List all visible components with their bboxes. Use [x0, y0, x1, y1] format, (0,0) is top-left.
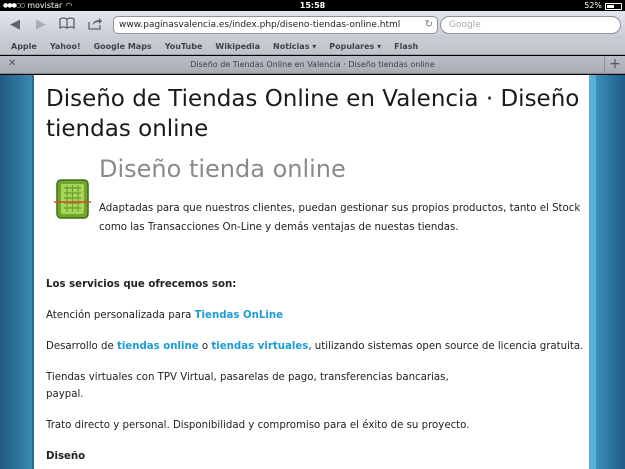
forward-icon[interactable]: ▶: [32, 17, 50, 33]
tab-title[interactable]: Diseño de Tiendas Online en Valencia · D…: [0, 60, 625, 69]
battery-percent: 52%: [584, 1, 602, 10]
content-area: Diseño de Tiendas Online en Valencia · D…: [34, 75, 589, 469]
bookmark-yahoo[interactable]: Yahoo!: [50, 42, 81, 51]
bookmarks-bar: Apple Yahoo! Google Maps YouTube Wikiped…: [0, 39, 625, 55]
page-background-left: [0, 75, 32, 469]
page-title: Diseño de Tiendas Online en Valencia · D…: [46, 86, 580, 142]
bookmark-populares[interactable]: Populares ▾: [329, 42, 381, 51]
design-heading: Diseño: [46, 451, 86, 462]
bookmark-youtube[interactable]: YouTube: [165, 42, 203, 51]
status-right: 52%: [584, 0, 622, 11]
clock: 15:58: [299, 1, 326, 10]
bookmark-apple[interactable]: Apple: [11, 42, 37, 51]
services-heading: Los servicios que ofrecemos son:: [46, 279, 237, 290]
new-tab-icon[interactable]: +: [604, 56, 625, 74]
page-background-right: [596, 75, 625, 469]
service-line-2-mid: o: [198, 341, 212, 352]
tiendas-virtuales-link[interactable]: tiendas virtuales: [211, 341, 308, 352]
bookmark-google-maps[interactable]: Google Maps: [94, 42, 152, 51]
tiendas-online-link[interactable]: Tiendas OnLine: [195, 310, 283, 321]
share-arrow-icon: [88, 18, 102, 30]
bookmarks-icon[interactable]: [58, 17, 76, 33]
service-line-2: Desarrollo de tiendas online o tiendas v…: [46, 339, 583, 355]
service-line-4: Trato directo y personal. Disponibilidad…: [46, 420, 470, 431]
url-text: www.paginasvalencia.es/index.php/diseno-…: [119, 20, 401, 30]
bookmark-flash[interactable]: Flash: [394, 42, 418, 51]
tab-bar: ✕ Diseño de Tiendas Online en Valencia ·…: [0, 56, 625, 74]
reload-icon[interactable]: ↻: [425, 17, 433, 33]
service-line-2-pre: Desarrollo de: [46, 341, 117, 352]
service-line-2-post: , utilizando sistemas open source de lic…: [308, 341, 584, 352]
share-icon[interactable]: [86, 17, 104, 33]
bookmark-noticias[interactable]: Noticias ▾: [273, 42, 316, 51]
browser-toolbar: ◀ ▶ www.paginasvalencia.es/index.php/dis…: [0, 11, 625, 39]
intro-paragraph: Adaptadas para que nuestros clientes, pu…: [99, 203, 581, 233]
shopping-basket-icon: [54, 179, 91, 219]
address-bar[interactable]: www.paginasvalencia.es/index.php/diseno-…: [113, 16, 438, 34]
service-line-1-text: Atención personalizada para: [46, 310, 195, 321]
battery-icon: [605, 3, 622, 10]
tiendas-online-link-2[interactable]: tiendas online: [117, 341, 199, 352]
back-icon[interactable]: ◀: [6, 17, 24, 33]
service-line-3b: paypal.: [46, 389, 84, 400]
page-background-strip: [588, 75, 596, 469]
section-subtitle: Diseño tienda online: [99, 155, 346, 183]
search-input[interactable]: Google: [440, 16, 621, 34]
book-icon: [59, 17, 75, 30]
bookmark-wikipedia[interactable]: Wikipedia: [215, 42, 260, 51]
web-page: Diseño de Tiendas Online en Valencia · D…: [0, 75, 625, 469]
service-line-3a: Tiendas virtuales con TPV Virtual, pasar…: [46, 372, 449, 383]
status-bar: ●●●○○ movistar ◠ 15:58 52%: [0, 0, 625, 11]
service-line-1: Atención personalizada para Tiendas OnLi…: [46, 308, 283, 324]
